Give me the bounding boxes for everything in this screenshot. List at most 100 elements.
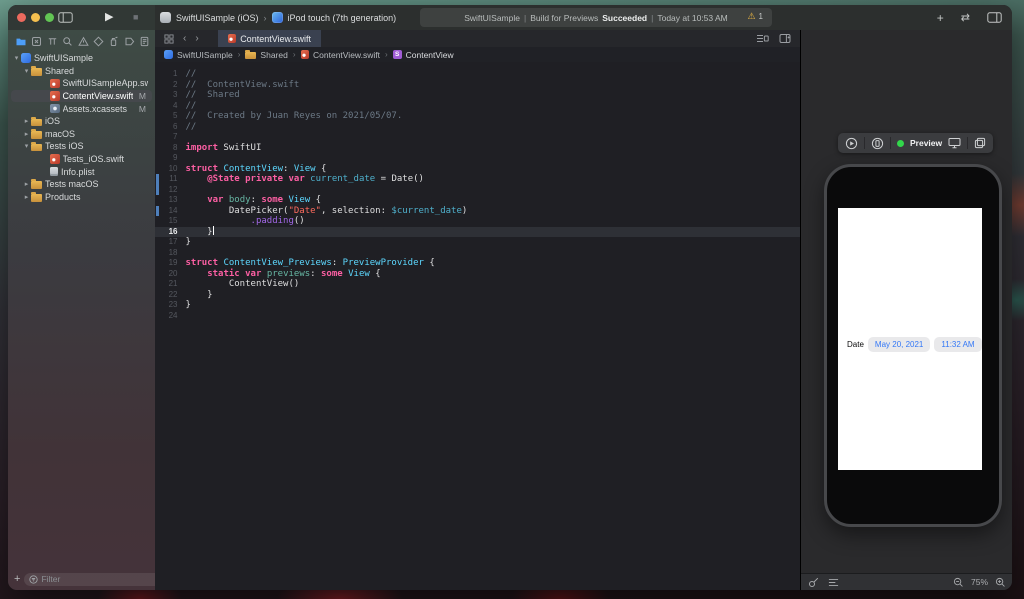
disclosure-closed-icon[interactable]: ▸ [22, 117, 31, 125]
disclosure-closed-icon[interactable]: ▸ [22, 193, 31, 201]
run-destination[interactable]: iPod touch (7th generation) [288, 13, 397, 23]
code-line-3[interactable]: 3// Shared [155, 90, 800, 101]
simulator-icon [272, 12, 283, 23]
file-tree-row-shared[interactable]: ▾Shared [11, 65, 152, 78]
code-line-19[interactable]: 19struct ContentView_Previews: PreviewPr… [155, 258, 800, 269]
project-navigator-icon[interactable] [15, 36, 27, 47]
source-code-editor[interactable]: 1//2// ContentView.swift3// Shared4//5//… [155, 62, 800, 590]
code-line-16[interactable]: 16 } [155, 227, 800, 238]
canvas-settings-icon[interactable] [828, 577, 839, 588]
code-line-12[interactable]: 12 [155, 185, 800, 196]
source-control-navigator-icon[interactable] [31, 36, 42, 47]
duplicate-preview-icon[interactable] [974, 137, 986, 149]
version-editor-icon[interactable]: ⇄ [961, 11, 970, 24]
find-navigator-icon[interactable] [62, 36, 73, 47]
report-navigator-icon[interactable] [139, 36, 150, 47]
date-button[interactable]: May 20, 2021 [868, 337, 930, 352]
code-line-15[interactable]: 15 .padding() [155, 216, 800, 227]
issue-navigator-icon[interactable] [78, 36, 89, 47]
close-window-button[interactable] [17, 13, 26, 22]
window-toolbar: ▶ ■ SwiftUISample (iOS) › iPod touch (7t… [8, 5, 1012, 31]
code-line-6[interactable]: 6// [155, 122, 800, 133]
add-editor-icon[interactable] [779, 33, 791, 44]
scheme-selector[interactable]: SwiftUISample (iOS) › iPod touch (7th ge… [160, 5, 396, 30]
breadcrumb-item-shared[interactable]: Shared [245, 50, 287, 60]
breadcrumb-item-swiftuisample[interactable]: SwiftUISample [164, 50, 233, 60]
code-line-1[interactable]: 1// [155, 69, 800, 80]
code-text: } [186, 237, 191, 248]
code-line-23[interactable]: 23} [155, 300, 800, 311]
pin-preview-icon[interactable] [808, 577, 819, 588]
line-number: 4 [159, 101, 186, 112]
breadcrumb-item-contentview[interactable]: SContentView [393, 50, 454, 60]
zoom-out-icon[interactable] [953, 577, 964, 588]
code-line-22[interactable]: 22 } [155, 290, 800, 301]
warning-badge[interactable]: ⚠ 1 [747, 11, 763, 22]
breadcrumb-item-contentview-swift[interactable]: ContentView.swift [301, 50, 380, 60]
code-line-13[interactable]: 13 var body: some View { [155, 195, 800, 206]
zoom-level[interactable]: 75% [971, 577, 988, 587]
file-tree-row-contentview-swift[interactable]: ContentView.swiftM [11, 90, 152, 103]
stop-button[interactable]: ■ [133, 11, 138, 24]
time-button[interactable]: 11:32 AM [934, 337, 981, 352]
pill-separator [890, 137, 891, 149]
file-tree-row-swiftuisampleapp-swift[interactable]: SwiftUISampleApp.swift [11, 77, 152, 90]
code-line-5[interactable]: 5// Created by Juan Reyes on 2021/05/07. [155, 111, 800, 122]
file-tree-label: Products [45, 192, 81, 202]
file-tree-row-tests-ios-swift[interactable]: Tests_iOS.swift [11, 153, 152, 166]
code-line-4[interactable]: 4// [155, 101, 800, 112]
preview-on-device-icon[interactable] [871, 137, 884, 150]
disclosure-open-icon[interactable]: ▾ [12, 54, 21, 62]
code-text: } [186, 290, 213, 301]
code-line-10[interactable]: 10struct ContentView: View { [155, 164, 800, 175]
toggle-inspectors-icon[interactable] [987, 12, 1002, 23]
disclosure-open-icon[interactable]: ▾ [22, 67, 31, 75]
file-tree-row-assets-xcassets[interactable]: Assets.xcassetsM [11, 102, 152, 115]
code-line-7[interactable]: 7 [155, 132, 800, 143]
symbol-navigator-icon[interactable] [47, 36, 58, 47]
file-tree-row-ios[interactable]: ▸iOS [11, 115, 152, 128]
run-button[interactable]: ▶ [105, 10, 113, 25]
live-preview-icon[interactable] [845, 137, 858, 150]
library-plus-icon[interactable]: + [937, 11, 944, 25]
code-line-14[interactable]: 14 DatePicker("Date", selection: $curren… [155, 206, 800, 217]
breakpoint-navigator-icon[interactable] [124, 36, 135, 47]
disclosure-closed-icon[interactable]: ▸ [22, 180, 31, 188]
editor-options-icon[interactable] [756, 33, 769, 44]
file-tree-row-info-plist[interactable]: Info.plist [11, 165, 152, 178]
filter-input[interactable] [41, 574, 152, 584]
related-items-icon[interactable] [164, 34, 174, 44]
code-line-24[interactable]: 24 [155, 311, 800, 322]
file-tree-row-tests-ios[interactable]: ▾Tests iOS [11, 140, 152, 153]
zoom-window-button[interactable] [45, 13, 54, 22]
toggle-navigator-icon[interactable] [58, 12, 73, 23]
code-line-20[interactable]: 20 static var previews: some View { [155, 269, 800, 280]
line-number: 24 [159, 311, 186, 322]
disclosure-closed-icon[interactable]: ▸ [22, 130, 31, 138]
scheme-name[interactable]: SwiftUISample (iOS) [176, 13, 259, 23]
code-line-17[interactable]: 17} [155, 237, 800, 248]
add-file-icon[interactable]: + [14, 573, 20, 585]
minimize-window-button[interactable] [31, 13, 40, 22]
code-line-18[interactable]: 18 [155, 248, 800, 259]
code-text: struct ContentView: View { [186, 164, 327, 175]
file-tree-row-products[interactable]: ▸ Products [11, 191, 152, 204]
disclosure-open-icon[interactable]: ▾ [22, 142, 31, 150]
file-tree-row-macos[interactable]: ▸macOS [11, 128, 152, 141]
device-screen[interactable]: Date May 20, 2021 11:32 AM [838, 208, 982, 470]
code-line-21[interactable]: 21 ContentView() [155, 279, 800, 290]
debug-navigator-icon[interactable] [108, 36, 119, 47]
file-tree-row-swiftuisample[interactable]: ▾SwiftUISample [11, 52, 152, 65]
code-line-2[interactable]: 2// ContentView.swift [155, 80, 800, 91]
code-line-11[interactable]: 11 @State private var current_date = Dat… [155, 174, 800, 185]
zoom-in-icon[interactable] [995, 577, 1006, 588]
tab-contentview-swift[interactable]: ContentView.swift [218, 30, 321, 47]
go-forward-icon[interactable]: › [195, 34, 198, 44]
go-back-icon[interactable]: ‹ [183, 34, 186, 44]
preview-display-icon[interactable] [948, 137, 961, 149]
activity-status-bar[interactable]: SwiftUISample | Build for Previews Succe… [420, 8, 772, 27]
test-navigator-icon[interactable] [93, 36, 104, 47]
file-tree-row-tests-macos[interactable]: ▸Tests macOS [11, 178, 152, 191]
code-line-8[interactable]: 8import SwiftUI [155, 143, 800, 154]
code-line-9[interactable]: 9 [155, 153, 800, 164]
